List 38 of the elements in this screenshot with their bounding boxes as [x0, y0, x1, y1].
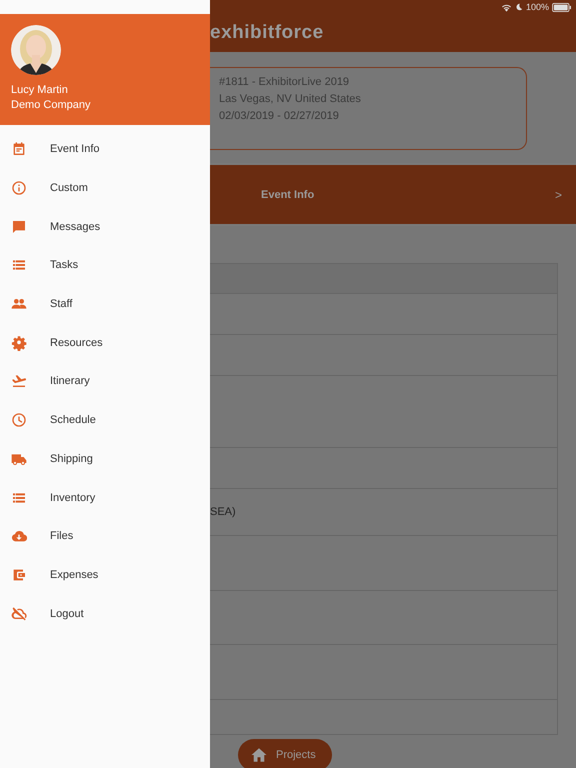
menu-item[interactable]: Resources: [0, 323, 210, 362]
battery-percentage: 100%: [526, 2, 549, 12]
menu-item[interactable]: Messages: [0, 207, 210, 246]
menu-item[interactable]: Schedule: [0, 400, 210, 440]
menu-item[interactable]: Logout: [0, 594, 210, 633]
airplane-icon: [11, 373, 27, 390]
cloud-off-icon: [11, 606, 27, 622]
moon-icon: [514, 3, 523, 11]
home-icon: [250, 746, 268, 764]
menu-item[interactable]: Event Info: [0, 130, 210, 169]
user-name: Lucy Martin: [11, 84, 68, 96]
cloud-download-icon: [11, 528, 27, 544]
menu-item[interactable]: Custom: [0, 168, 210, 208]
clock-icon: [11, 412, 27, 428]
menu-item[interactable]: Inventory: [0, 478, 210, 517]
info-icon: [11, 180, 27, 196]
event-detail: #1811 - ExhibitorLive 2019: [219, 76, 350, 88]
logo-text: exhibitforce: [210, 22, 324, 44]
table-cell: SEA): [210, 506, 236, 518]
event-detail: Las Vegas, NV United States: [219, 93, 362, 105]
menu-item[interactable]: Tasks: [0, 246, 210, 285]
menu-item[interactable]: Shipping: [0, 440, 210, 478]
company-name: Demo Company: [11, 99, 90, 111]
menu-item[interactable]: Files: [0, 516, 210, 556]
battery-icon: [552, 2, 572, 12]
wallet-icon: [11, 566, 27, 583]
event-detail: 02/03/2019 - 02/27/2019: [219, 110, 340, 122]
menu-item[interactable]: Expenses: [0, 556, 210, 594]
menu-item[interactable]: Staff: [0, 284, 210, 324]
section-bar[interactable]: Event Info >: [210, 163, 576, 226]
section-title: Event Info: [261, 188, 314, 200]
settings-icon: [11, 334, 27, 351]
chevron: >: [554, 188, 562, 202]
wifi-icon: [500, 2, 512, 12]
projects-button[interactable]: Projects: [238, 739, 332, 768]
message-icon: [11, 218, 27, 235]
menu-item[interactable]: Itinerary: [0, 362, 210, 401]
calendar-icon: [11, 141, 27, 158]
